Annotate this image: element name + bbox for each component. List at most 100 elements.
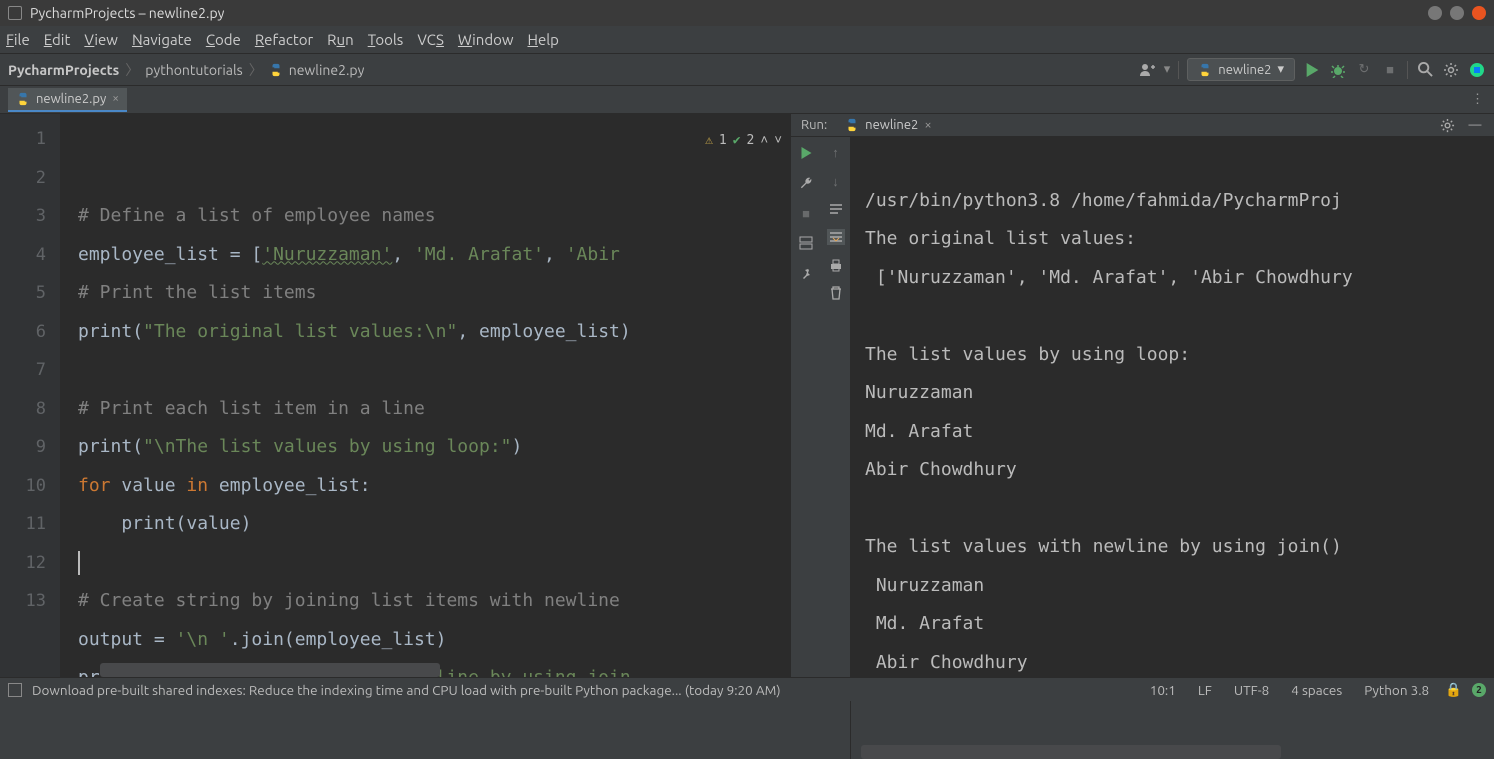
code-text: (	[132, 321, 143, 342]
run-button[interactable]	[1303, 61, 1321, 79]
code-text: employee_list:	[208, 475, 371, 496]
code-keyword: for	[78, 475, 111, 496]
code-line: # Print each list item in a line	[78, 398, 425, 419]
layout-icon[interactable]	[798, 235, 814, 251]
code-text: ,	[392, 244, 414, 265]
horizontal-scrollbar[interactable]	[861, 745, 1281, 759]
window-minimize-button[interactable]	[1428, 6, 1442, 20]
python-file-icon	[269, 63, 283, 77]
output-line: Md. Arafat	[865, 613, 984, 634]
code-text: value	[111, 475, 187, 496]
close-tab-icon[interactable]: ×	[112, 92, 119, 105]
line-number: 4	[0, 236, 46, 275]
code-string: 'Nuruzzaman'	[262, 244, 392, 265]
chevron-up-icon[interactable]: ˄	[760, 122, 768, 161]
pin-icon[interactable]	[798, 265, 814, 281]
rerun-button[interactable]	[798, 145, 814, 161]
run-tool-window: Run: newline2 × — ■ ↑ ↓	[790, 114, 1494, 677]
hide-panel-icon[interactable]: —	[1466, 116, 1484, 134]
inspection-indicators[interactable]: ⚠1 ✔2 ˄ ˅	[705, 122, 782, 161]
status-message[interactable]: Download pre-built shared indexes: Reduc…	[32, 682, 781, 698]
line-number: 2	[0, 159, 46, 198]
console-output[interactable]: /usr/bin/python3.8 /home/fahmida/Pycharm…	[851, 137, 1494, 759]
wrench-icon[interactable]	[798, 175, 814, 191]
line-number: 8	[0, 390, 46, 429]
code-text: )	[512, 436, 523, 457]
menu-navigate[interactable]: Navigate	[132, 31, 192, 48]
code-text: output =	[78, 629, 176, 650]
code-text: print	[78, 513, 176, 534]
tool-windows-icon[interactable]	[8, 683, 22, 697]
menu-bar: File Edit View Navigate Code Refactor Ru…	[0, 26, 1494, 54]
code-string: "\nThe list values by using loop:"	[143, 436, 511, 457]
line-number: 11	[0, 505, 46, 544]
breadcrumb-folder[interactable]: pythontutorials	[145, 62, 242, 78]
plugin-icon[interactable]	[1468, 61, 1486, 79]
menu-tools[interactable]: Tools	[368, 31, 404, 48]
line-number: 6	[0, 313, 46, 352]
output-line: Nuruzzaman	[865, 382, 973, 403]
typo-count: 2	[747, 122, 755, 161]
line-number: 9	[0, 428, 46, 467]
close-tab-icon[interactable]: ×	[924, 118, 931, 132]
trash-icon[interactable]	[830, 286, 842, 300]
add-user-icon[interactable]	[1138, 61, 1156, 79]
code-builtin: print	[78, 321, 132, 342]
code-string: 'Abir	[566, 244, 620, 265]
text-cursor	[78, 551, 80, 575]
menu-edit[interactable]: Edit	[44, 31, 71, 48]
code-editor[interactable]: 1 2 3 4 5 6 7 8 9 10 11 12 13 ⚠1 ✔2 ˄ ˅ …	[0, 114, 790, 677]
menu-code[interactable]: Code	[206, 31, 241, 48]
stop-button[interactable]: ■	[1381, 61, 1399, 79]
menu-help[interactable]: Help	[528, 31, 559, 48]
chevron-down-icon: ▾	[1164, 62, 1171, 77]
coverage-button[interactable]: ↻	[1355, 61, 1373, 79]
chevron-right-icon: 〉	[249, 60, 263, 80]
run-settings-gear-icon[interactable]	[1438, 116, 1456, 134]
menu-run[interactable]: Run	[327, 31, 354, 48]
separator	[1407, 61, 1408, 79]
code-text: , employee_list)	[457, 321, 630, 342]
run-configuration-selector[interactable]: newline2 ▾	[1187, 58, 1295, 81]
menu-window[interactable]: Window	[458, 31, 514, 48]
code-text: (value)	[176, 513, 252, 534]
separator	[1178, 61, 1179, 79]
window-close-button[interactable]	[1472, 6, 1486, 20]
settings-gear-icon[interactable]	[1442, 61, 1460, 79]
up-arrow-icon[interactable]: ↑	[832, 145, 839, 160]
menu-vcs[interactable]: VCS	[417, 31, 444, 48]
output-line: Abir Chowdhury	[865, 459, 1017, 480]
output-line: The original list values:	[865, 228, 1136, 249]
chevron-down-icon[interactable]: ˅	[774, 122, 782, 161]
editor-tabs: newline2.py × ⋮	[0, 86, 1494, 114]
breadcrumb-root[interactable]: PycharmProjects	[8, 62, 119, 78]
more-tabs-icon[interactable]: ⋮	[1461, 92, 1494, 107]
breadcrumb-file[interactable]: newline2.py	[289, 62, 365, 78]
code-line: # Define a list of employee names	[78, 205, 436, 226]
horizontal-scrollbar[interactable]	[100, 663, 440, 677]
code-area[interactable]: ⚠1 ✔2 ˄ ˅ # Define a list of employee na…	[60, 114, 790, 677]
window-title: PycharmProjects – newline2.py	[30, 5, 224, 21]
menu-file[interactable]: File	[6, 31, 30, 48]
menu-refactor[interactable]: Refactor	[255, 31, 313, 48]
down-arrow-icon[interactable]: ↓	[832, 174, 839, 189]
breadcrumb: PycharmProjects 〉 pythontutorials 〉 newl…	[8, 60, 364, 80]
soft-wrap-icon[interactable]	[829, 203, 843, 215]
debug-button[interactable]	[1329, 61, 1347, 79]
code-line: # Create string by joining list items wi…	[78, 590, 620, 611]
scroll-to-end-icon[interactable]	[827, 229, 845, 245]
run-tab-active[interactable]: newline2 ×	[837, 114, 940, 136]
line-number: 10	[0, 467, 46, 506]
print-icon[interactable]	[829, 259, 843, 272]
line-number: 12	[0, 544, 46, 583]
search-icon[interactable]	[1416, 61, 1434, 79]
run-header: Run: newline2 × —	[791, 114, 1494, 137]
menu-view[interactable]: View	[84, 31, 118, 48]
stop-button[interactable]: ■	[798, 205, 814, 221]
window-maximize-button[interactable]	[1450, 6, 1464, 20]
output-line: The list values with newline by using jo…	[865, 536, 1342, 557]
run-configuration-name: newline2	[1218, 63, 1271, 77]
output-line: /usr/bin/python3.8 /home/fahmida/Pycharm…	[865, 190, 1342, 211]
editor-tab-active[interactable]: newline2.py ×	[8, 88, 127, 112]
code-string: 'Md. Arafat'	[414, 244, 544, 265]
